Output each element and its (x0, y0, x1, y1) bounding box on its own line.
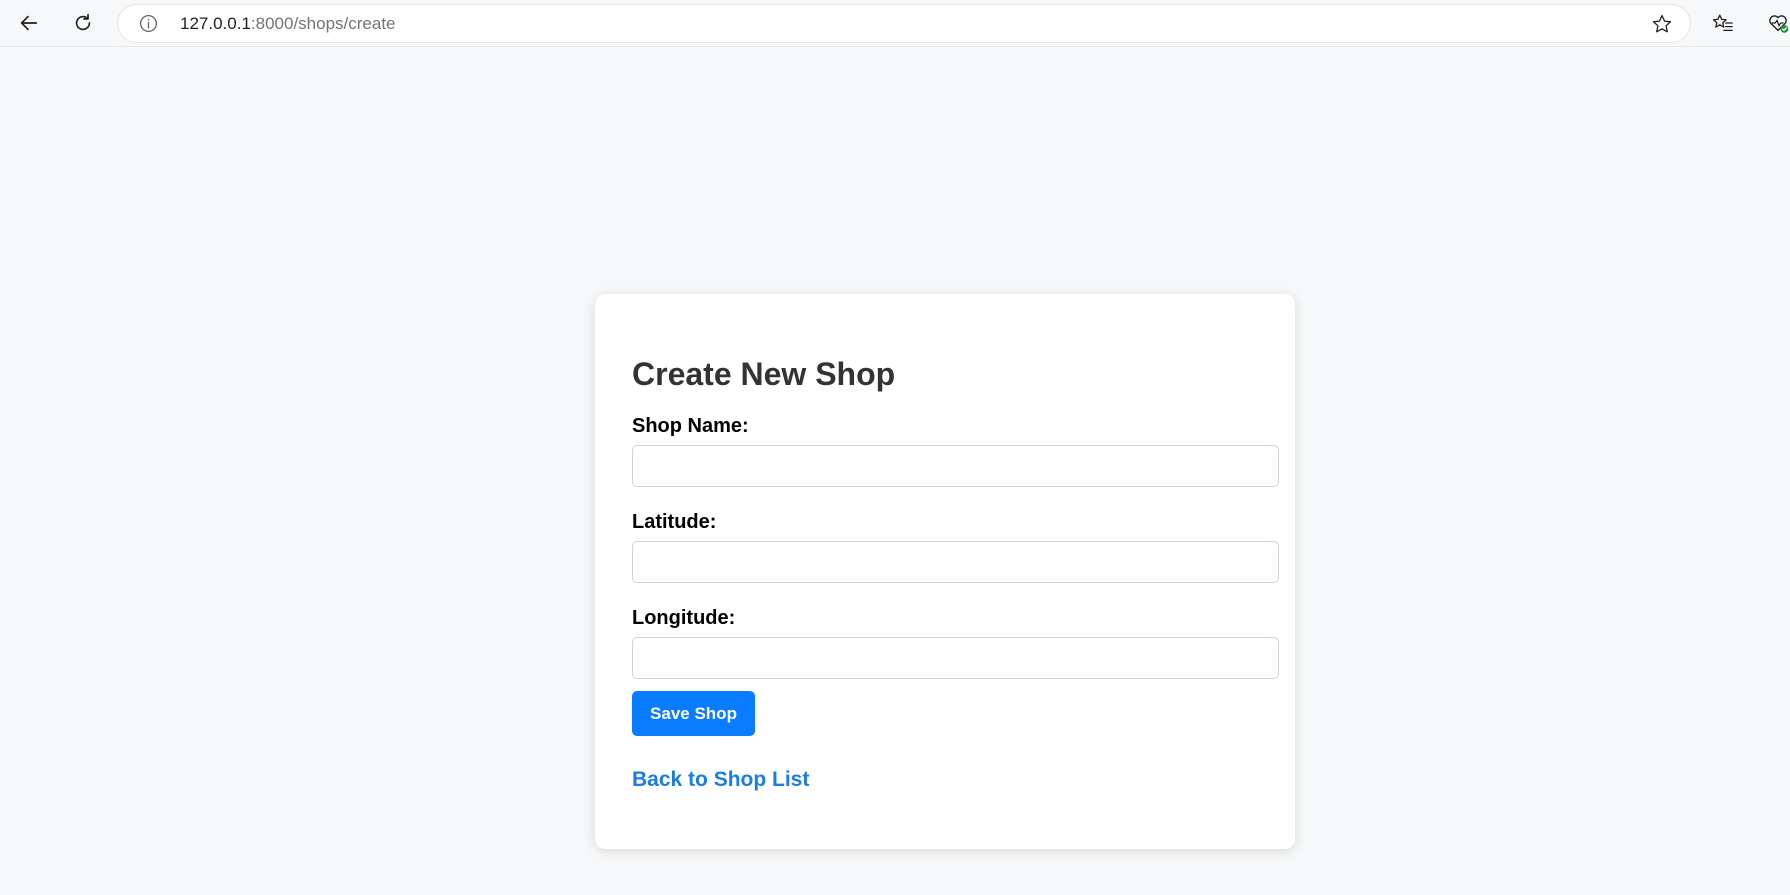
favorites-button[interactable] (1705, 5, 1741, 41)
shop-name-label: Shop Name: (632, 415, 749, 437)
url-host: 127.0.0.1 (180, 14, 251, 33)
address-bar[interactable]: 127.0.0.1:8000/shops/create (118, 5, 1690, 42)
shop-name-input[interactable] (632, 445, 1279, 487)
star-icon[interactable] (1650, 12, 1674, 36)
longitude-input[interactable] (632, 637, 1279, 679)
latitude-label: Latitude: (632, 511, 717, 533)
back-button[interactable] (11, 5, 47, 41)
save-shop-button[interactable]: Save Shop (632, 691, 755, 736)
longitude-label: Longitude: (632, 607, 736, 629)
info-icon[interactable] (138, 13, 159, 34)
browser-toolbar: 127.0.0.1:8000/shops/create (0, 0, 1790, 47)
favorites-icon (1712, 14, 1733, 31)
page-title: Create New Shop (632, 356, 896, 392)
url-path: :8000/shops/create (250, 14, 396, 33)
url-text[interactable]: 127.0.0.1:8000/shops/create (180, 15, 396, 33)
reload-button[interactable] (65, 5, 101, 41)
create-shop-card: Create New Shop Shop Name: Latitude: Lon… (595, 294, 1295, 849)
extension-icon (1769, 15, 1789, 33)
reload-icon (75, 13, 91, 31)
latitude-input[interactable] (632, 541, 1279, 583)
back-arrow-icon (20, 15, 38, 31)
back-to-shop-list-link[interactable]: Back to Shop List (632, 768, 809, 792)
extension-button[interactable] (1760, 5, 1790, 41)
